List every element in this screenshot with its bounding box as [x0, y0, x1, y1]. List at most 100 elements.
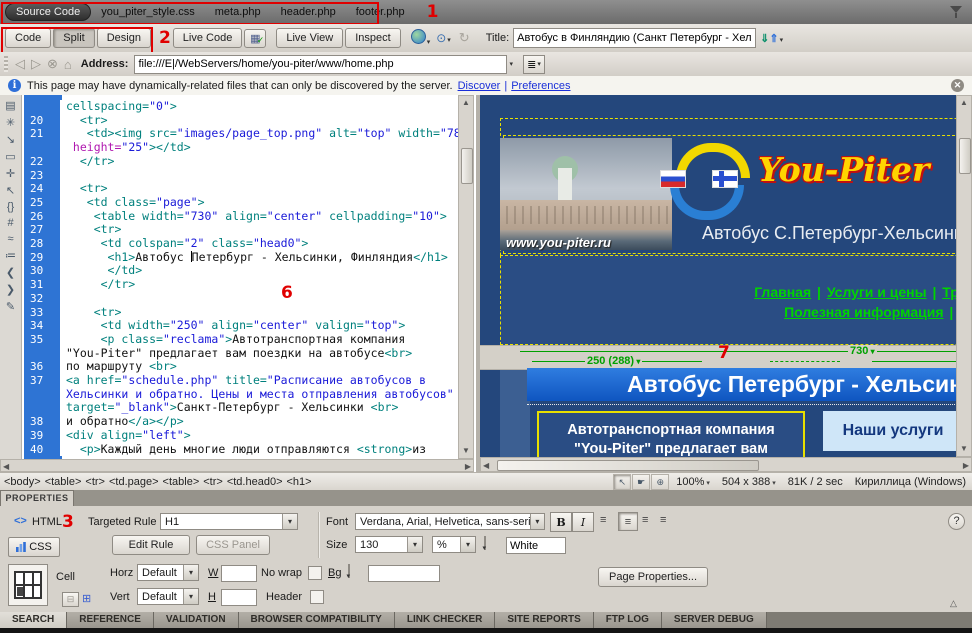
bold-button[interactable]: B — [550, 512, 572, 532]
collapse-selection-icon[interactable]: ▭ — [2, 150, 20, 163]
highlight-invalid-code-icon[interactable]: ≈ — [2, 233, 20, 245]
tag-selector-item[interactable]: <td.head0> — [227, 476, 283, 488]
menu-link[interactable]: Полезная информация — [784, 304, 943, 320]
hand-tool-icon[interactable]: ☛ — [632, 474, 650, 490]
window-size[interactable]: 504 x 388▾ — [722, 476, 776, 488]
remove-comment-icon[interactable]: ❯ — [2, 283, 20, 296]
scroll-down-icon[interactable]: ▼ — [957, 443, 971, 455]
related-file-tab[interactable]: meta.php — [205, 3, 271, 21]
related-file-tab[interactable]: you_piter_style.css — [91, 3, 205, 21]
balance-braces-icon[interactable]: {} — [2, 201, 20, 213]
results-tab-reference[interactable]: REFERENCE — [67, 612, 154, 628]
scrollbar-thumb[interactable] — [461, 148, 473, 184]
align-left-icon[interactable]: ≡ — [600, 514, 606, 526]
results-tab-server-debug[interactable]: SERVER DEBUG — [662, 612, 767, 628]
source-code-tab[interactable]: Source Code — [5, 3, 91, 21]
tag-selector-item[interactable]: <tr> — [85, 476, 105, 488]
code-editor[interactable]: cellspacing="0">20 <tr>21 <td><img src="… — [24, 100, 458, 460]
tag-selector-item[interactable]: <table> — [163, 476, 200, 488]
design-view-button[interactable]: Design — [97, 28, 151, 48]
select-tool-icon[interactable]: ↖ — [613, 474, 631, 490]
scroll-right-icon[interactable]: ▶ — [963, 460, 969, 472]
text-color-swatch[interactable] — [484, 536, 486, 550]
file-get-put-icon[interactable]: ⇓⇑▾ — [760, 32, 783, 45]
tag-selector-item[interactable]: <body> — [4, 476, 41, 488]
split-cell-icon[interactable]: ⊞ — [82, 592, 91, 605]
tag-selector-item[interactable]: <td.page> — [109, 476, 159, 488]
text-color-field[interactable] — [506, 537, 566, 554]
apply-comment-icon[interactable]: ❮ — [2, 266, 20, 279]
column-width-value[interactable]: 250 (288) ▾ — [585, 355, 642, 367]
tag-selector-item[interactable]: <tr> — [203, 476, 223, 488]
results-tab-site-reports[interactable]: SITE REPORTS — [495, 612, 593, 628]
scroll-left-icon[interactable]: ◀ — [483, 460, 489, 472]
scroll-up-icon[interactable]: ▲ — [957, 97, 971, 109]
align-justify-icon[interactable]: ≡ — [660, 514, 666, 526]
code-view-button[interactable]: Code — [5, 28, 51, 48]
results-tab-browser-compatibility[interactable]: BROWSER COMPATIBILITY — [239, 612, 395, 628]
html-mode-icon[interactable]: <> — [14, 515, 27, 527]
align-center-icon[interactable]: ≡ — [618, 512, 638, 531]
visual-aids-icon[interactable]: ⊙▾ — [436, 31, 451, 45]
properties-tab[interactable]: PROPERTIES — [0, 490, 74, 507]
select-parent-tag-icon[interactable]: ↖ — [2, 184, 20, 197]
live-code-button[interactable]: Live Code — [173, 28, 243, 48]
scroll-up-icon[interactable]: ▲ — [459, 97, 473, 109]
menu-link[interactable]: Главная — [754, 284, 811, 300]
file-list-icon[interactable]: ≣▾ — [523, 55, 545, 74]
collapse-panel-icon[interactable]: △ — [950, 598, 957, 609]
targeted-rule-dropdown[interactable]: H1▾ — [160, 513, 298, 530]
open-documents-icon[interactable]: ▤ — [2, 99, 20, 112]
inspect-button[interactable]: Inspect — [345, 28, 400, 48]
word-wrap-icon[interactable]: ≔ — [2, 249, 20, 262]
format-source-icon[interactable]: ✎ — [2, 300, 20, 313]
merge-cells-icon[interactable]: ⊟ — [62, 592, 79, 607]
tag-selector-item[interactable]: <table> — [45, 476, 82, 488]
bg-color-field[interactable] — [368, 565, 440, 582]
menu-link[interactable]: Услуги и цены — [827, 284, 927, 300]
unit-dropdown[interactable]: %▾ — [432, 536, 476, 553]
horz-dropdown[interactable]: Default▾ — [137, 564, 199, 581]
css-panel-button[interactable]: CSS Panel — [196, 535, 270, 555]
page-properties-button[interactable]: Page Properties... — [598, 567, 708, 587]
tag-selector-item[interactable]: <h1> — [287, 476, 312, 488]
html-mode-label[interactable]: HTML — [32, 516, 62, 528]
show-code-navigator-icon[interactable]: ✳ — [2, 116, 20, 129]
design-vertical-scrollbar[interactable]: ▲ ▼ — [956, 95, 972, 457]
table-width-value[interactable]: 730 ▾ — [848, 345, 877, 357]
italic-button[interactable]: I — [572, 512, 594, 532]
bg-color-swatch[interactable] — [348, 564, 350, 578]
zoom-tool-icon[interactable]: ⊕ — [651, 474, 669, 490]
align-right-icon[interactable]: ≡ — [642, 514, 648, 526]
results-tab-validation[interactable]: VALIDATION — [154, 612, 239, 628]
results-tab-search[interactable]: SEARCH — [0, 612, 67, 628]
design-view[interactable]: www.you-piter.ru You-Piter Автобус С.Пет… — [480, 95, 972, 472]
results-tab-link-checker[interactable]: LINK CHECKER — [395, 612, 496, 628]
design-horizontal-scrollbar[interactable]: ◀ ▶ — [480, 457, 972, 472]
home-icon[interactable]: ⌂ — [64, 57, 72, 72]
help-icon[interactable]: ? — [948, 513, 965, 530]
height-input[interactable] — [221, 589, 257, 606]
css-mode-button[interactable]: CSS — [8, 537, 60, 557]
related-file-tab[interactable]: header.php — [271, 3, 346, 21]
check-browser-compatibility-icon[interactable]: ▦✓ — [244, 29, 266, 48]
related-file-tab[interactable]: footer.php — [346, 3, 415, 21]
filter-icon[interactable] — [950, 6, 964, 18]
forward-icon[interactable]: ▷ — [31, 56, 41, 72]
address-dropdown-icon[interactable]: ▾ — [509, 60, 513, 68]
collapse-full-tag-icon[interactable]: ↘ — [2, 133, 20, 146]
expand-all-icon[interactable]: ✛ — [2, 167, 20, 180]
page-heading-bar[interactable]: Автобус Петербург - Хельсин — [527, 368, 972, 401]
address-input[interactable] — [134, 55, 507, 74]
font-dropdown[interactable]: Verdana, Arial, Helvetica, sans-serif▾ — [355, 513, 545, 530]
zoom-level[interactable]: 100%▾ — [676, 476, 710, 488]
title-input[interactable] — [513, 28, 756, 48]
size-dropdown[interactable]: 130▾ — [355, 536, 423, 553]
discover-link[interactable]: Discover — [458, 80, 501, 92]
stop-icon[interactable]: ⊗ — [47, 56, 58, 72]
close-info-bar-icon[interactable]: ✕ — [951, 79, 964, 92]
preview-in-browser-icon[interactable]: ▾ — [411, 29, 431, 47]
vert-dropdown[interactable]: Default▾ — [137, 588, 199, 605]
refresh-icon[interactable]: ↻ — [459, 30, 470, 46]
scrollbar-thumb[interactable] — [959, 138, 971, 174]
